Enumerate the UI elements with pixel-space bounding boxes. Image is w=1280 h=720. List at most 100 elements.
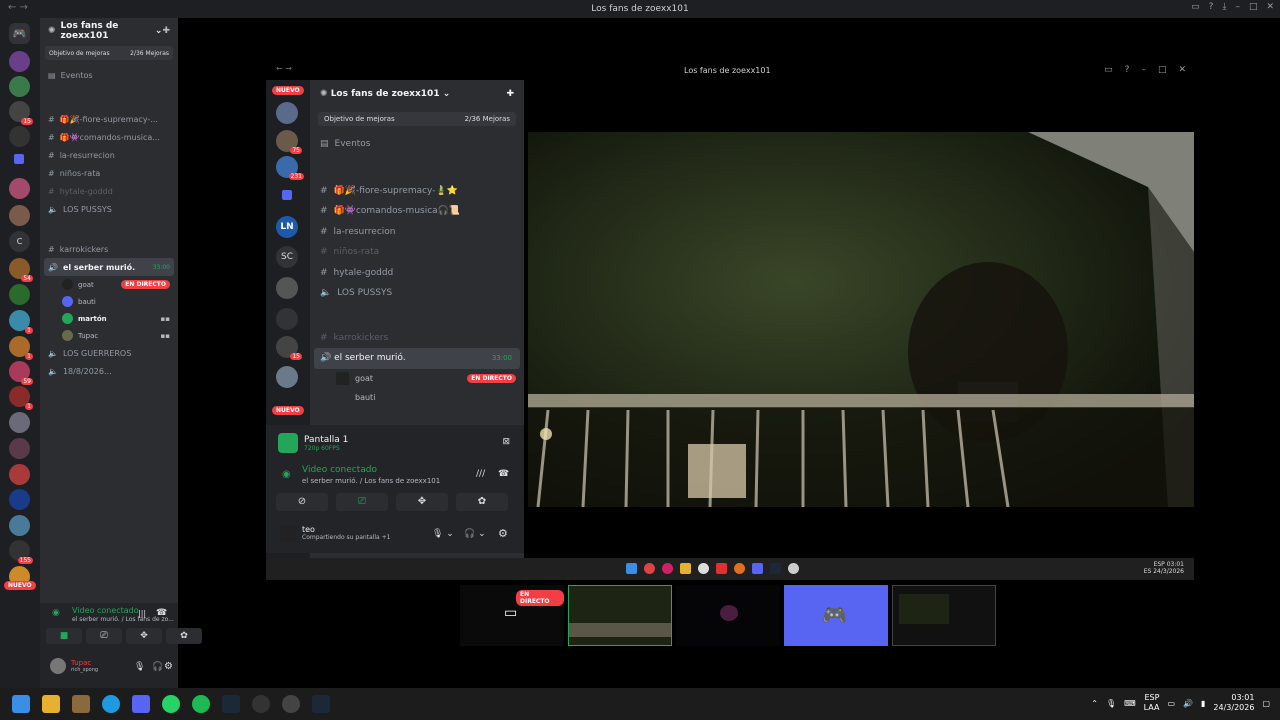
thumbnail-desktop[interactable] bbox=[892, 585, 996, 646]
server-icon[interactable]: 155 bbox=[9, 540, 33, 564]
discord-icon[interactable] bbox=[132, 695, 150, 713]
battery-icon[interactable]: ▮ bbox=[1201, 699, 1205, 708]
network-icon[interactable]: ▭ bbox=[1167, 699, 1175, 708]
camera-icon: ▪▪ bbox=[160, 314, 171, 323]
notification-icon[interactable]: ▢ bbox=[1262, 699, 1270, 708]
voice-user[interactable]: martón ▪▪ bbox=[40, 310, 178, 327]
thumbnail-screen[interactable]: EN DIRECTO ▭ bbox=[460, 585, 564, 646]
maximize-button[interactable]: □ bbox=[1249, 2, 1258, 12]
windows-start-icon[interactable] bbox=[12, 695, 30, 713]
user-panel: teo Compartiendo su pantalla +1 bbox=[280, 525, 390, 541]
voice-channel-item[interactable]: 🔈 LOS GUERREROS bbox=[40, 344, 178, 362]
disconnect-icon[interactable]: ☎ bbox=[156, 608, 167, 618]
taskbar-apps bbox=[12, 695, 330, 713]
user-info: Tupac rich_spong bbox=[71, 659, 99, 673]
video-stream[interactable] bbox=[528, 132, 1194, 507]
server-header[interactable]: ✺ Los fans de zoexx101 ⌄ ✚ bbox=[40, 18, 178, 44]
server-icon[interactable] bbox=[9, 438, 30, 459]
minimize-button[interactable]: – bbox=[1235, 2, 1240, 12]
app-icon bbox=[788, 563, 799, 574]
server-icon[interactable] bbox=[9, 205, 30, 226]
server-icon[interactable]: 15 bbox=[9, 101, 33, 125]
inner-clock: ESP 03:01 ES 24/3/2026 bbox=[1143, 561, 1184, 575]
server-icon[interactable]: 54 bbox=[9, 258, 33, 282]
camera-button[interactable]: ■ bbox=[46, 628, 82, 644]
volume-icon[interactable]: 🔊 bbox=[1183, 699, 1193, 708]
soundboard-button[interactable]: ✿ bbox=[166, 628, 202, 644]
minimize-icon: – bbox=[1141, 65, 1146, 75]
spotify-icon[interactable] bbox=[192, 695, 210, 713]
chevron-up-icon[interactable]: ⌃ bbox=[1091, 699, 1098, 708]
activities-button[interactable]: ✥ bbox=[126, 628, 162, 644]
speaker-icon: 🔊 bbox=[48, 262, 58, 272]
steam-icon[interactable] bbox=[222, 695, 240, 713]
server-icon[interactable] bbox=[9, 178, 30, 199]
server-icon[interactable]: 1 bbox=[9, 336, 33, 360]
channel-item[interactable]: # la-resurrecion bbox=[40, 146, 178, 164]
server-icon[interactable]: C bbox=[9, 231, 30, 252]
channel-item[interactable]: # karrokickers bbox=[40, 240, 178, 258]
server-icon[interactable]: 1 bbox=[9, 386, 33, 410]
whatsapp-icon[interactable] bbox=[162, 695, 180, 713]
active-voice-channel[interactable]: 🔊 el serber murió. 33:00 bbox=[44, 258, 174, 276]
voice-user[interactable]: goat EN DIRECTO bbox=[40, 276, 178, 293]
clock[interactable]: 03:01 24/3/2026 bbox=[1213, 693, 1254, 713]
thumbnail-discord[interactable]: 🎮 bbox=[784, 585, 888, 646]
microphone-icon: 🎙 ⌄ bbox=[432, 529, 454, 539]
server-icon[interactable]: 59 bbox=[9, 361, 33, 385]
channel-item[interactable]: # hytale-goddd bbox=[40, 182, 178, 200]
voice-channel-item[interactable]: 🔈 LOS PUSSYS bbox=[40, 200, 178, 218]
events-item[interactable]: ▤ Eventos bbox=[40, 66, 178, 84]
keyboard-icon[interactable]: ⌨ bbox=[1124, 699, 1136, 708]
app-icon[interactable] bbox=[72, 695, 90, 713]
thumbnail-video[interactable] bbox=[568, 585, 672, 646]
folder-icon bbox=[282, 190, 292, 200]
microphone-icon[interactable]: 🎙 bbox=[134, 662, 145, 672]
voice-user[interactable]: bauti bbox=[40, 293, 178, 310]
server-icon: 15 bbox=[276, 336, 302, 360]
voice-channel-item[interactable]: 🔈 18/8/2026... bbox=[40, 362, 178, 380]
boost-goal[interactable]: Objetivo de mejoras 2/36 Mejoras bbox=[45, 46, 173, 60]
server-icon[interactable] bbox=[9, 126, 30, 147]
channel-item[interactable]: # 🎁👾comandos-musica... bbox=[40, 128, 178, 146]
microphone-icon[interactable]: 🎙 bbox=[1106, 699, 1116, 708]
share-screen-button[interactable]: ⎚ bbox=[86, 628, 122, 644]
app-icon[interactable] bbox=[252, 695, 270, 713]
chevron-down-icon: ⌄ bbox=[154, 26, 163, 36]
file-explorer-icon[interactable] bbox=[42, 695, 60, 713]
user-panel[interactable]: Tupac rich_spong bbox=[50, 658, 98, 674]
download-icon[interactable]: ⤓ bbox=[1222, 2, 1226, 12]
headphones-icon[interactable]: 🎧 bbox=[152, 662, 163, 672]
server-icon[interactable] bbox=[9, 284, 30, 305]
close-button[interactable]: ✕ bbox=[1266, 2, 1274, 12]
discord-home-icon[interactable]: 🎮 bbox=[9, 23, 30, 44]
language-indicator[interactable]: ESP LAA bbox=[1144, 693, 1160, 713]
help-icon[interactable]: ? bbox=[1209, 2, 1214, 12]
edge-icon[interactable] bbox=[102, 695, 120, 713]
channel-item[interactable]: # 🎁🎉-fiore-supremacy-... bbox=[40, 110, 178, 128]
discord-logo-icon: 🎮 bbox=[822, 603, 847, 627]
inbox-icon[interactable]: ▭ bbox=[1191, 2, 1200, 12]
add-member-icon[interactable]: ✚ bbox=[162, 26, 170, 36]
settings-gear-icon[interactable]: ⚙ bbox=[164, 661, 173, 672]
avatar bbox=[336, 391, 349, 404]
help-icon: ? bbox=[1124, 65, 1130, 75]
voice-user[interactable]: Tupac ▪▪ bbox=[40, 327, 178, 344]
hash-icon: # bbox=[48, 186, 55, 196]
avatar bbox=[62, 330, 73, 341]
steam-icon[interactable] bbox=[312, 695, 330, 713]
server-icon[interactable] bbox=[9, 515, 30, 536]
calendar-icon: ▤ bbox=[320, 139, 329, 150]
server-icon[interactable] bbox=[9, 489, 30, 510]
inner-taskbar-apps bbox=[626, 563, 799, 574]
server-icon[interactable] bbox=[9, 51, 30, 72]
server-icon[interactable] bbox=[9, 76, 30, 97]
folder-icon[interactable] bbox=[14, 154, 24, 164]
channel-item[interactable]: # niños-rata bbox=[40, 164, 178, 182]
server-icon[interactable] bbox=[9, 464, 30, 485]
app-icon[interactable] bbox=[282, 695, 300, 713]
server-icon[interactable] bbox=[9, 412, 30, 433]
thumbnail-dark[interactable] bbox=[676, 585, 780, 646]
server-icon[interactable]: 1 bbox=[9, 310, 33, 334]
noise-icon[interactable]: ||| bbox=[138, 609, 146, 618]
